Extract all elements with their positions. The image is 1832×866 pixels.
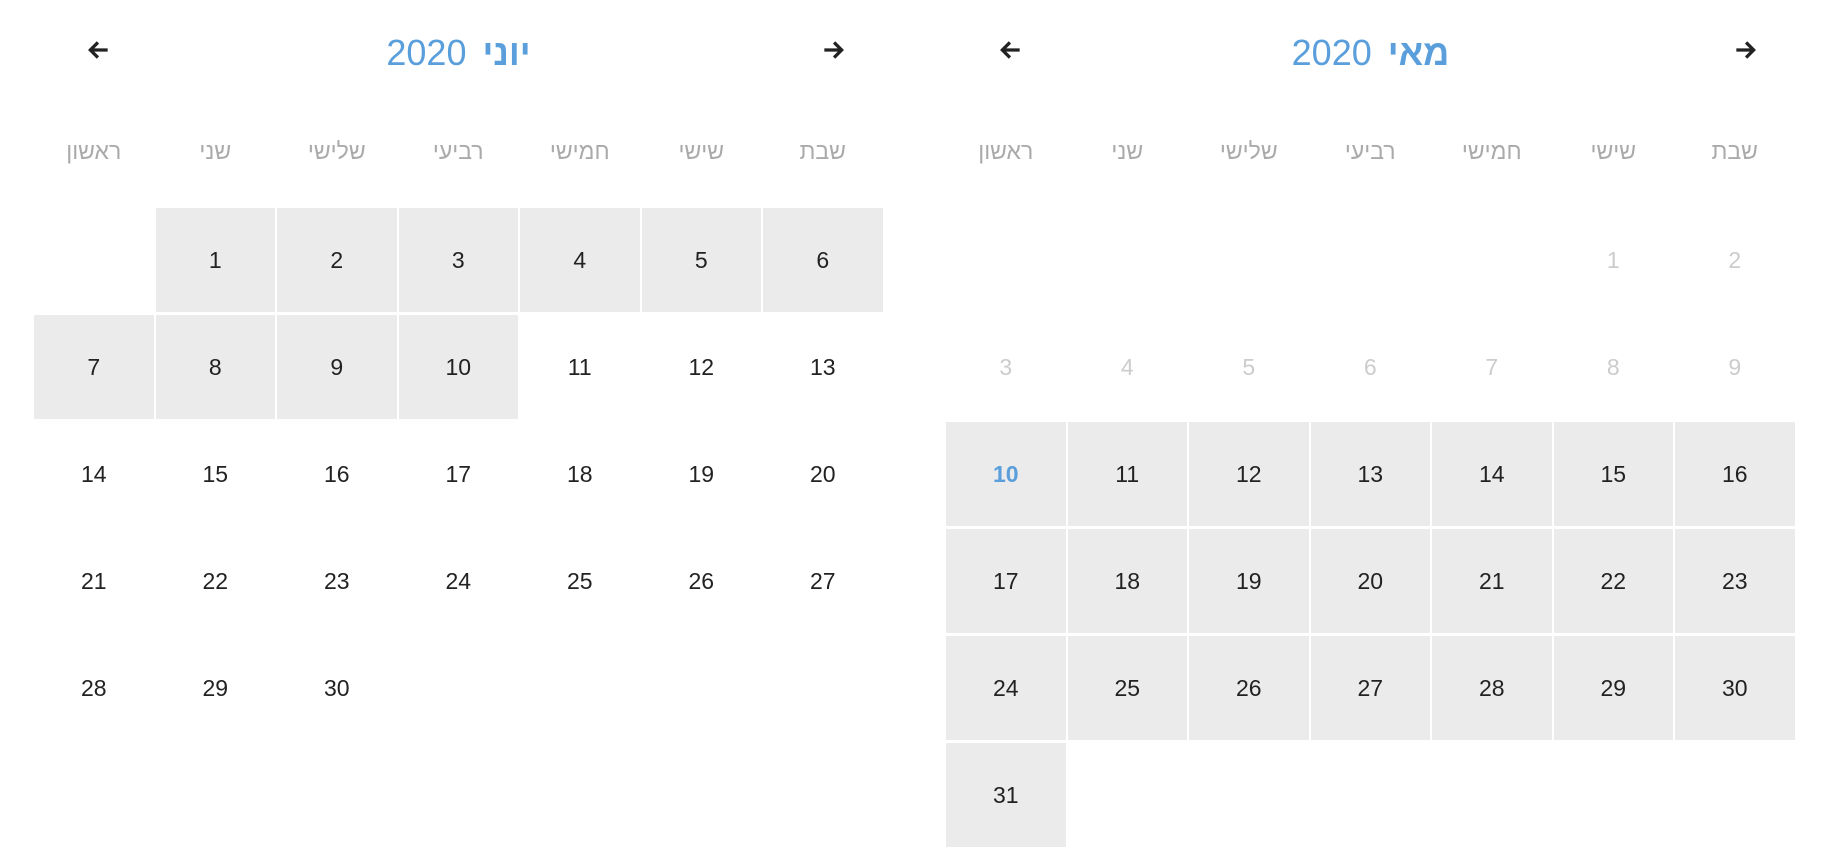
weekday-label: שני <box>199 138 232 164</box>
day-cell[interactable]: 28 <box>1432 636 1552 740</box>
day-cell[interactable]: 11 <box>520 315 640 419</box>
day-cell[interactable]: 19 <box>1189 529 1309 633</box>
day-cell: 1 <box>1606 246 1620 273</box>
day-cell[interactable]: 15 <box>156 422 276 526</box>
day-cell: 3 <box>999 353 1013 380</box>
day-cell[interactable]: 12 <box>1189 422 1309 526</box>
day-cell: 6 <box>1363 353 1377 380</box>
day-cell[interactable]: 26 <box>642 529 762 633</box>
day-cell[interactable]: 25 <box>520 529 640 633</box>
day-cell-today[interactable]: 10 <box>946 422 1066 526</box>
day-cell[interactable]: 5 <box>641 208 761 312</box>
day-cell[interactable]: 30 <box>277 636 397 740</box>
day-cell: 7 <box>1485 353 1499 380</box>
calendar-may: מאי 2020 ראשון שני שלישי רביעי חמישי שישי שבת 1… <box>945 0 1796 866</box>
day-cell[interactable]: 31 <box>946 743 1066 847</box>
next-month-button[interactable] <box>813 30 853 70</box>
day-cell[interactable]: 22 <box>1553 529 1673 633</box>
month-name: מאי <box>1387 32 1450 73</box>
day-cell[interactable]: 21 <box>34 529 154 633</box>
day-cell[interactable]: 14 <box>34 422 154 526</box>
day-cell[interactable]: 16 <box>277 422 397 526</box>
day-cell[interactable]: 16 <box>1675 422 1795 526</box>
day-cell[interactable]: 14 <box>1432 422 1552 526</box>
day-cell: 4 <box>1120 353 1134 380</box>
day-cell[interactable]: 17 <box>946 529 1066 633</box>
day-cell[interactable]: 28 <box>34 636 154 740</box>
arrow-right-icon <box>1736 41 1756 59</box>
year: 2020 <box>386 32 467 73</box>
day-cell[interactable]: 2 <box>277 208 397 312</box>
day-cell[interactable]: 4 <box>520 208 640 312</box>
day-cell: 5 <box>1242 353 1256 380</box>
next-month-button[interactable] <box>1725 30 1765 70</box>
day-cell[interactable]: 27 <box>1310 636 1430 740</box>
day-cell[interactable]: 8 <box>155 315 275 419</box>
day-cell[interactable]: 22 <box>156 529 276 633</box>
arrow-right-icon <box>824 41 844 59</box>
day-cell[interactable]: 18 <box>520 422 640 526</box>
weekday-label: שבת <box>1711 138 1758 164</box>
day-cell[interactable]: 11 <box>1067 422 1187 526</box>
day-cell: 8 <box>1606 353 1620 380</box>
day-cell[interactable]: 23 <box>277 529 397 633</box>
weekday-label: שישי <box>1590 138 1637 164</box>
day-cell[interactable]: 9 <box>277 315 397 419</box>
weekday-label: חמישי <box>549 138 610 164</box>
day-cell[interactable]: 20 <box>1310 529 1430 633</box>
day-cell[interactable]: 6 <box>763 208 883 312</box>
day-cell[interactable]: 7 <box>34 315 154 419</box>
day-cell: 2 <box>1728 246 1742 273</box>
day-cell[interactable]: 19 <box>642 422 762 526</box>
weekday-label: שלישי <box>1219 138 1278 164</box>
month-title: יוני 2020 <box>33 28 884 78</box>
month-title: מאי 2020 <box>945 28 1796 78</box>
weekday-label: שלישי <box>307 138 366 164</box>
day-cell[interactable]: 29 <box>156 636 276 740</box>
weekday-label: רביעי <box>432 138 484 164</box>
day-cell[interactable]: 26 <box>1189 636 1309 740</box>
day-cell[interactable]: 24 <box>399 529 519 633</box>
day-cell[interactable]: 13 <box>763 315 883 419</box>
weekday-label: שני <box>1111 138 1144 164</box>
day-cell[interactable]: 1 <box>155 208 275 312</box>
day-cell[interactable]: 27 <box>763 529 883 633</box>
day-cell[interactable]: 18 <box>1067 529 1187 633</box>
weekday-label: שבת <box>799 138 846 164</box>
weekday-label: שישי <box>678 138 725 164</box>
weekday-label: חמישי <box>1461 138 1522 164</box>
calendar-june: יוני 2020 ראשון שני שלישי רביעי חמישי שישי שבת… <box>33 0 884 866</box>
day-cell: 9 <box>1728 353 1742 380</box>
day-cell[interactable]: 25 <box>1067 636 1187 740</box>
day-cell[interactable]: 21 <box>1432 529 1552 633</box>
day-cell[interactable]: 20 <box>763 422 883 526</box>
day-cell[interactable]: 10 <box>398 315 518 419</box>
weekday-label: ראשון <box>66 138 122 164</box>
month-name: יוני <box>482 32 531 73</box>
day-cell[interactable]: 29 <box>1553 636 1673 740</box>
year: 2020 <box>1291 32 1372 73</box>
day-cell[interactable]: 13 <box>1310 422 1430 526</box>
day-cell[interactable]: 17 <box>399 422 519 526</box>
day-cell[interactable]: 30 <box>1675 636 1795 740</box>
weekday-label: ראשון <box>978 138 1034 164</box>
day-cell[interactable]: 24 <box>946 636 1066 740</box>
day-cell[interactable]: 12 <box>642 315 762 419</box>
weekday-label: רביעי <box>1344 138 1396 164</box>
day-cell[interactable]: 3 <box>398 208 518 312</box>
day-cell[interactable]: 15 <box>1553 422 1673 526</box>
day-cell[interactable]: 23 <box>1675 529 1795 633</box>
